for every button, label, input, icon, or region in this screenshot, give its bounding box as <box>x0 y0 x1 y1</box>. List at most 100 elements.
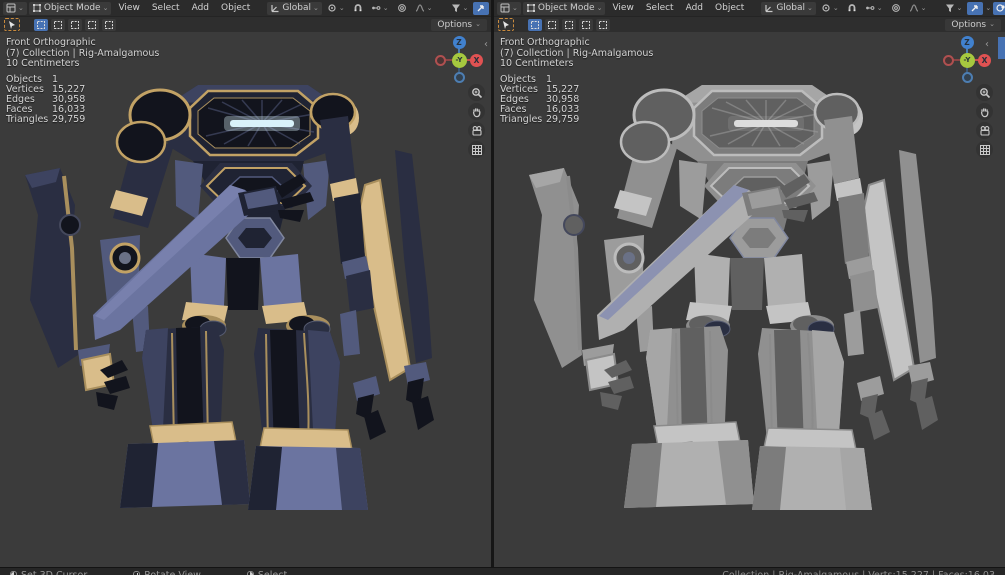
mouse-left-icon <box>10 571 17 575</box>
sidebar-toggle-chevron[interactable]: ‹ <box>484 40 488 50</box>
proportional-icon <box>397 3 407 13</box>
snap-settings-dropdown[interactable]: ⌄ <box>368 2 392 15</box>
gizmo-neg-x-handle[interactable] <box>435 55 446 66</box>
zoom-button[interactable] <box>976 84 993 101</box>
viewport-header: ⌄ Object Mode⌄ View Select Add Object Gl… <box>494 0 1005 17</box>
editor-type-button[interactable]: ⌄ <box>3 2 27 15</box>
editor-type-icon <box>6 3 16 13</box>
gizmo-neg-y-handle[interactable]: -Y <box>452 53 467 68</box>
grid-icon <box>471 144 483 156</box>
gizmo-z-handle[interactable]: Z <box>453 36 466 49</box>
viewport-material[interactable]: ⌄ Object Mode⌄ View Select Add Object Gl… <box>0 0 491 567</box>
snap-toggle[interactable] <box>844 2 860 15</box>
orientation-dropdown[interactable]: Global⌄ <box>761 2 816 15</box>
pan-button[interactable] <box>976 103 993 120</box>
select-mode-extend[interactable] <box>545 19 559 31</box>
status-hint-middle: Rotate View <box>133 570 201 575</box>
proportional-falloff-dropdown[interactable]: ⌄ <box>412 2 436 15</box>
mode-dropdown[interactable]: Object Mode⌄ <box>523 2 606 15</box>
menu-select[interactable]: Select <box>641 2 679 14</box>
proportional-editing-toggle[interactable] <box>394 2 410 15</box>
navigation-gizmo[interactable]: Z X -Y <box>433 34 485 86</box>
zoom-button[interactable] <box>468 84 485 101</box>
view-name: Front Orthographic <box>6 38 159 49</box>
pan-button[interactable] <box>468 103 485 120</box>
select-mode-invert[interactable] <box>579 19 593 31</box>
options-button[interactable]: Options⌄ <box>431 19 487 31</box>
menu-add[interactable]: Add <box>187 2 214 14</box>
menu-add[interactable]: Add <box>681 2 708 14</box>
editor-type-button[interactable]: ⌄ <box>497 2 521 15</box>
menu-view[interactable]: View <box>607 2 638 14</box>
gizmo-arrow-icon <box>476 3 486 13</box>
camera-icon <box>979 125 991 137</box>
zoom-icon <box>471 87 483 99</box>
camera-view-button[interactable] <box>468 122 485 139</box>
select-mode-set[interactable] <box>528 19 542 31</box>
select-mode-intersect[interactable] <box>102 19 116 31</box>
snap-toggle[interactable] <box>350 2 366 15</box>
object-visibility-dropdown[interactable]: ⌄ <box>942 2 966 15</box>
status-hint-right: Select <box>247 570 287 575</box>
mode-label: Object Mode <box>538 3 595 13</box>
funnel-icon <box>945 3 955 13</box>
object-visibility-dropdown[interactable]: ⌄ <box>448 2 472 15</box>
menu-view[interactable]: View <box>113 2 144 14</box>
select-mode-set[interactable] <box>34 19 48 31</box>
falloff-curve-icon <box>909 3 919 13</box>
pivot-point-dropdown[interactable]: ⌄ <box>818 2 842 15</box>
proportional-editing-toggle[interactable] <box>888 2 904 15</box>
pivot-icon <box>327 3 337 13</box>
menu-object[interactable]: Object <box>216 2 255 14</box>
scene-statistics: Collection | Rig-Amalgamous | Verts:15,2… <box>722 570 995 575</box>
menu-select[interactable]: Select <box>147 2 185 14</box>
tool-settings-row: Options⌄ <box>0 17 491 32</box>
select-subtract-icon <box>70 20 80 30</box>
axis-icon <box>270 3 280 13</box>
mech-model-material[interactable] <box>8 58 448 518</box>
select-mode-subtract[interactable] <box>68 19 82 31</box>
select-extend-icon <box>53 20 63 30</box>
select-set-icon <box>36 20 46 30</box>
sidebar-tab-highlight[interactable] <box>998 37 1005 59</box>
gizmo-x-handle[interactable]: X <box>470 54 483 67</box>
gizmo-z-handle[interactable]: Z <box>961 36 974 49</box>
gizmo-neg-y-handle[interactable]: -Y <box>960 53 975 68</box>
options-button[interactable]: Options⌄ <box>945 19 1001 31</box>
viewport-solid[interactable]: ⌄ Object Mode⌄ View Select Add Object Gl… <box>494 0 1005 567</box>
select-mode-invert[interactable] <box>85 19 99 31</box>
active-tool-tweak[interactable] <box>4 18 20 31</box>
select-mode-subtract[interactable] <box>562 19 576 31</box>
gizmo-neg-x-handle[interactable] <box>943 55 954 66</box>
overlays-toggle[interactable] <box>993 2 1005 15</box>
gizmo-x-handle[interactable]: X <box>978 54 991 67</box>
perspective-toggle-button[interactable] <box>976 141 993 158</box>
gizmos-toggle[interactable] <box>473 2 489 15</box>
sidebar-toggle-chevron[interactable]: ‹ <box>985 40 989 50</box>
cursor-icon <box>7 20 17 30</box>
select-mode-extend[interactable] <box>51 19 65 31</box>
camera-view-button[interactable] <box>976 122 993 139</box>
select-intersect-icon <box>598 20 608 30</box>
overlays-icon <box>996 3 1005 13</box>
cursor-icon <box>501 20 511 30</box>
gizmos-dropdown[interactable]: ⌄ <box>985 5 991 12</box>
magnet-icon <box>847 3 857 13</box>
mech-model-solid[interactable] <box>512 58 952 518</box>
mode-dropdown[interactable]: Object Mode⌄ <box>29 2 112 15</box>
perspective-toggle-button[interactable] <box>468 141 485 158</box>
pivot-point-dropdown[interactable]: ⌄ <box>324 2 348 15</box>
proportional-falloff-dropdown[interactable]: ⌄ <box>906 2 930 15</box>
snap-settings-dropdown[interactable]: ⌄ <box>862 2 886 15</box>
orientation-dropdown[interactable]: Global⌄ <box>267 2 322 15</box>
statistics-overlay: Objects1 Vertices15,227 Edges30,958 Face… <box>500 75 579 125</box>
gizmo-neg-z-handle[interactable] <box>454 72 465 83</box>
gizmo-neg-z-handle[interactable] <box>962 72 973 83</box>
statistics-overlay: Objects1 Vertices15,227 Edges30,958 Face… <box>6 75 85 125</box>
gizmos-toggle[interactable] <box>967 2 983 15</box>
select-mode-intersect[interactable] <box>596 19 610 31</box>
mouse-middle-icon <box>133 571 140 575</box>
active-tool-tweak[interactable] <box>498 18 514 31</box>
menu-object[interactable]: Object <box>710 2 749 14</box>
camera-icon <box>471 125 483 137</box>
